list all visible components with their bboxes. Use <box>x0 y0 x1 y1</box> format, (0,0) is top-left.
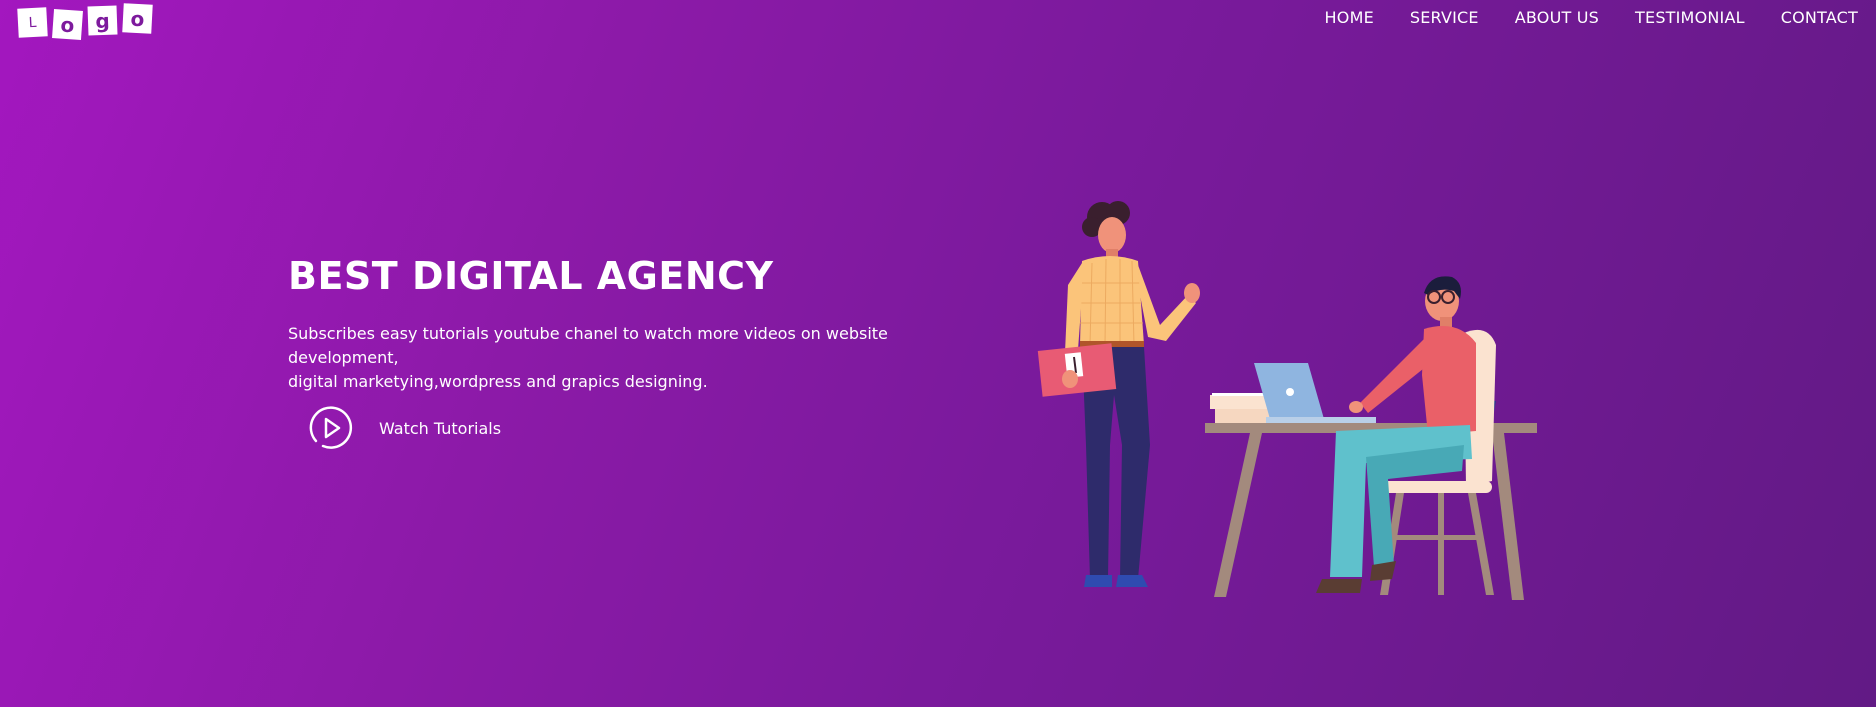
logo-letter-o-2: o <box>122 3 153 34</box>
watch-tutorials-button[interactable]: Watch Tutorials <box>307 405 501 451</box>
hero-title: BEST DIGITAL AGENCY <box>288 254 774 298</box>
main-nav: HOME SERVICE ABOUT US TESTIMONIAL CONTAC… <box>1325 8 1858 27</box>
watch-tutorials-label: Watch Tutorials <box>379 418 502 438</box>
sitting-man <box>1316 276 1476 593</box>
hero-description-line-2: digital marketying,wordpress and grapics… <box>288 372 708 391</box>
nav-about-us[interactable]: ABOUT US <box>1515 8 1599 27</box>
standing-man <box>1037 201 1200 587</box>
play-circle-icon <box>309 406 353 449</box>
hero-section: L o g o HOME SERVICE ABOUT US TESTIMONIA… <box>0 0 1876 707</box>
site-logo[interactable]: L o g o <box>17 2 153 40</box>
hero-description-line-1: Subscribes easy tutorials youtube chanel… <box>288 324 888 367</box>
nav-testimonial[interactable]: TESTIMONIAL <box>1635 8 1745 27</box>
logo-letter-o: o <box>52 9 83 40</box>
nav-home[interactable]: HOME <box>1325 8 1374 27</box>
nav-service[interactable]: SERVICE <box>1410 8 1479 27</box>
office-illustration <box>1037 201 1537 600</box>
logo-letter-g: g <box>87 5 118 36</box>
hero-description: Subscribes easy tutorials youtube chanel… <box>288 322 968 394</box>
nav-contact[interactable]: CONTACT <box>1781 8 1858 27</box>
logo-letter-l: L <box>17 7 48 38</box>
